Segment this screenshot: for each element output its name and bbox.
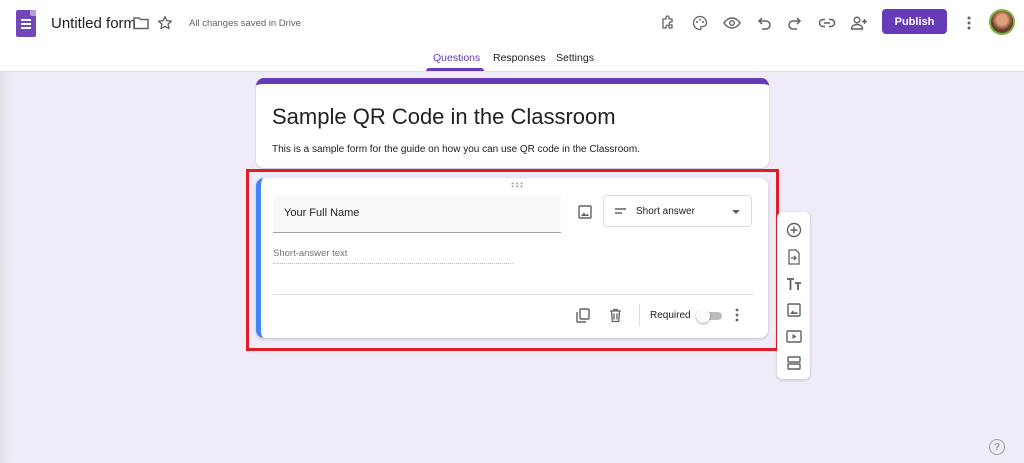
customize-theme-palette-icon[interactable] <box>691 14 709 32</box>
question-title-text: Your Full Name <box>284 207 360 219</box>
folder-icon[interactable] <box>132 14 150 32</box>
duplicate-icon[interactable] <box>574 306 592 324</box>
addons-puzzle-icon[interactable] <box>659 14 677 32</box>
question-type-label: Short answer <box>636 206 695 217</box>
add-section-icon[interactable] <box>784 353 803 372</box>
question-title-input[interactable]: Your Full Name <box>273 195 561 233</box>
star-icon[interactable] <box>156 14 174 32</box>
form-header-card[interactable]: Sample QR Code in the Classroom This is … <box>256 78 769 168</box>
forms-logo-icon[interactable] <box>16 10 36 37</box>
account-avatar[interactable] <box>989 9 1015 35</box>
question-type-dropdown[interactable]: Short answer <box>603 195 752 227</box>
short-text-icon <box>615 208 626 214</box>
top-bar: Untitled form All changes saved in Drive… <box>0 0 1024 72</box>
active-tab-indicator <box>426 68 484 71</box>
footer-separator <box>639 304 640 326</box>
add-question-icon[interactable] <box>784 220 803 239</box>
tab-questions[interactable]: Questions <box>433 52 480 64</box>
link-icon[interactable] <box>818 14 836 32</box>
publish-button[interactable]: Publish <box>882 9 947 34</box>
delete-trash-icon[interactable] <box>606 306 624 324</box>
answer-placeholder: Short-answer text <box>273 248 513 264</box>
help-icon[interactable]: ? <box>989 439 1005 455</box>
add-video-icon[interactable] <box>784 327 803 346</box>
form-tabs: Questions Responses Settings <box>0 52 1024 72</box>
add-image-icon[interactable] <box>576 203 594 221</box>
add-collaborator-icon[interactable] <box>850 14 868 32</box>
preview-eye-icon[interactable] <box>723 14 741 32</box>
required-label: Required <box>650 310 691 321</box>
dropdown-arrow-icon <box>732 210 740 214</box>
question-footer-divider <box>273 294 753 295</box>
form-name[interactable]: Untitled form <box>51 15 136 32</box>
drag-handle-icon[interactable] <box>511 182 523 188</box>
more-options-icon[interactable] <box>960 14 978 32</box>
save-status: All changes saved in Drive <box>189 18 301 29</box>
tab-responses[interactable]: Responses <box>493 52 546 64</box>
question-side-toolbar <box>777 212 810 379</box>
undo-icon[interactable] <box>755 14 773 32</box>
left-edge-shadow <box>0 72 10 463</box>
add-title-icon[interactable] <box>784 274 803 293</box>
question-card[interactable]: Your Full Name Short answer Short-answer… <box>256 178 768 338</box>
form-title[interactable]: Sample QR Code in the Classroom <box>272 104 616 130</box>
redo-icon[interactable] <box>786 14 804 32</box>
tab-settings[interactable]: Settings <box>556 52 594 64</box>
add-image-icon[interactable] <box>784 300 803 319</box>
required-toggle[interactable] <box>696 309 722 323</box>
question-more-options-icon[interactable] <box>735 308 741 322</box>
import-questions-icon[interactable] <box>784 247 803 266</box>
form-description[interactable]: This is a sample form for the guide on h… <box>272 144 640 155</box>
